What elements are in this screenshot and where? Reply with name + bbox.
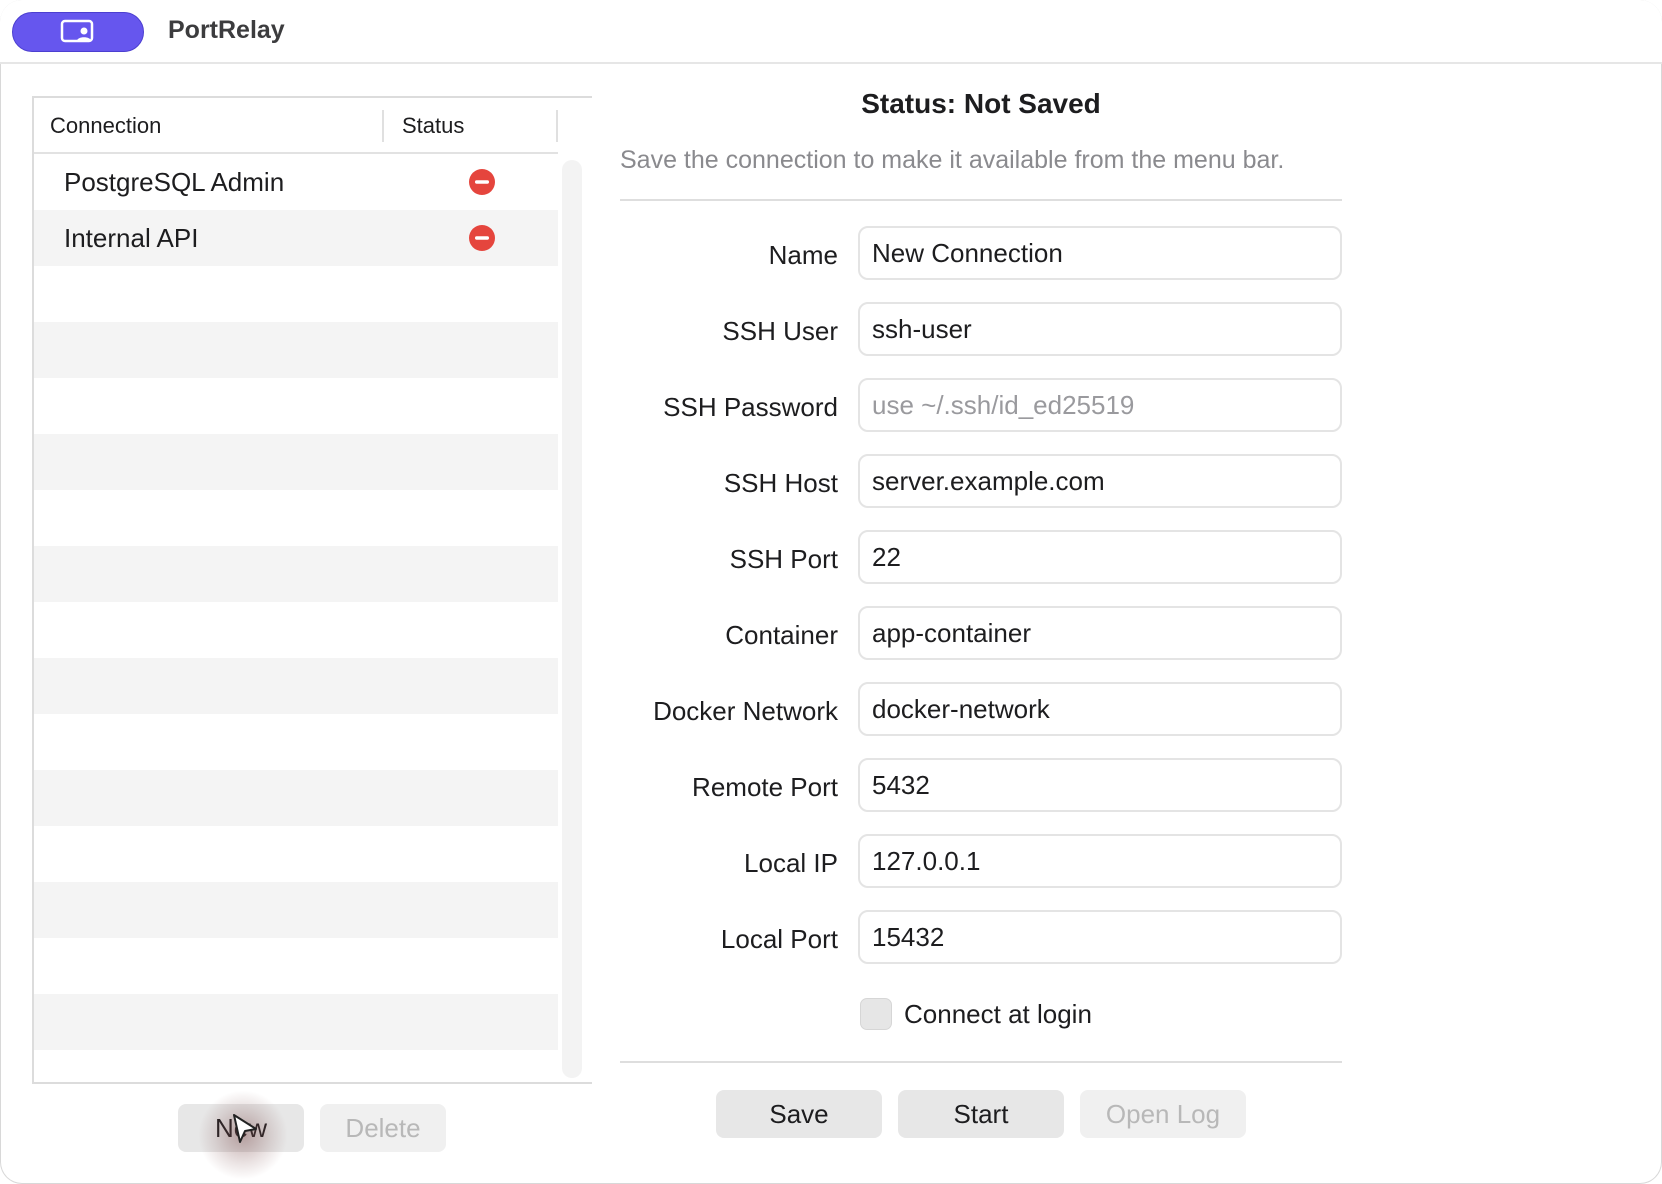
column-header-status[interactable]: Status <box>402 98 464 154</box>
person-screen-icon <box>60 19 94 43</box>
connect-at-login-checkbox[interactable] <box>860 998 892 1030</box>
local-ip-input[interactable] <box>858 834 1342 888</box>
local-port-label: Local Port <box>720 924 838 954</box>
empty-row <box>34 882 558 938</box>
start-button[interactable]: Start <box>898 1090 1064 1138</box>
status-subtitle: Save the connection to make it available… <box>620 146 1285 174</box>
column-separator <box>382 110 384 142</box>
empty-row <box>34 546 558 602</box>
connection-name: Internal API <box>64 223 199 253</box>
stopped-icon <box>469 169 495 195</box>
status-title: Status: Not Saved <box>861 88 1101 119</box>
empty-row <box>34 826 558 882</box>
ssh-port-label: SSH Port <box>729 544 838 574</box>
local-ip-label: Local IP <box>744 848 838 878</box>
ssh-user-label: SSH User <box>722 316 838 346</box>
delete-button[interactable]: Delete <box>320 1104 446 1152</box>
title-bar: PortRelay <box>0 0 1662 64</box>
list-item[interactable]: PostgreSQL Admin <box>34 154 558 210</box>
empty-row <box>34 322 558 378</box>
empty-row <box>34 994 558 1050</box>
empty-row <box>34 938 558 994</box>
empty-row <box>34 602 558 658</box>
ssh-host-input[interactable] <box>858 454 1342 508</box>
docker-network-input[interactable] <box>858 682 1342 736</box>
remote-port-label: Remote Port <box>692 772 838 802</box>
empty-row <box>34 658 558 714</box>
column-header-connection[interactable]: Connection <box>50 98 161 154</box>
new-button[interactable]: New <box>178 1104 304 1152</box>
docker-network-label: Docker Network <box>653 696 838 726</box>
local-port-input[interactable] <box>858 910 1342 964</box>
app-title: PortRelay <box>168 16 285 44</box>
remote-port-input[interactable] <box>858 758 1342 812</box>
ssh-host-label: SSH Host <box>723 468 838 498</box>
open-log-button[interactable]: Open Log <box>1080 1090 1246 1138</box>
empty-row <box>34 770 558 826</box>
main-window: PortRelay Connection Status PostgreSQL A… <box>0 0 1662 1184</box>
column-separator <box>556 110 558 142</box>
save-button[interactable]: Save <box>716 1090 882 1138</box>
divider <box>620 1061 1342 1063</box>
connection-name: PostgreSQL Admin <box>64 167 285 197</box>
list-item[interactable]: Internal API <box>34 210 558 266</box>
empty-row <box>34 490 558 546</box>
empty-row <box>34 714 558 770</box>
container-input[interactable] <box>858 606 1342 660</box>
stopped-icon <box>469 225 495 251</box>
list-header: Connection Status <box>34 98 558 154</box>
app-icon-button[interactable] <box>12 12 144 52</box>
connect-at-login-label[interactable]: Connect at login <box>904 998 1092 1030</box>
ssh-password-input[interactable] <box>858 378 1342 432</box>
ssh-port-input[interactable] <box>858 530 1342 584</box>
container-label: Container <box>725 620 838 650</box>
ssh-user-input[interactable] <box>858 302 1342 356</box>
name-label: Name <box>768 240 838 270</box>
ssh-password-label: SSH Password <box>663 392 838 422</box>
empty-row <box>34 266 558 322</box>
divider <box>620 199 1342 201</box>
list-scrollbar[interactable] <box>562 160 582 1078</box>
empty-row <box>34 434 558 490</box>
name-input[interactable] <box>858 226 1342 280</box>
empty-row <box>34 378 558 434</box>
connection-list: Connection Status PostgreSQL Admin Inter… <box>32 96 592 1084</box>
list-rows: PostgreSQL Admin Internal API <box>34 154 558 1050</box>
